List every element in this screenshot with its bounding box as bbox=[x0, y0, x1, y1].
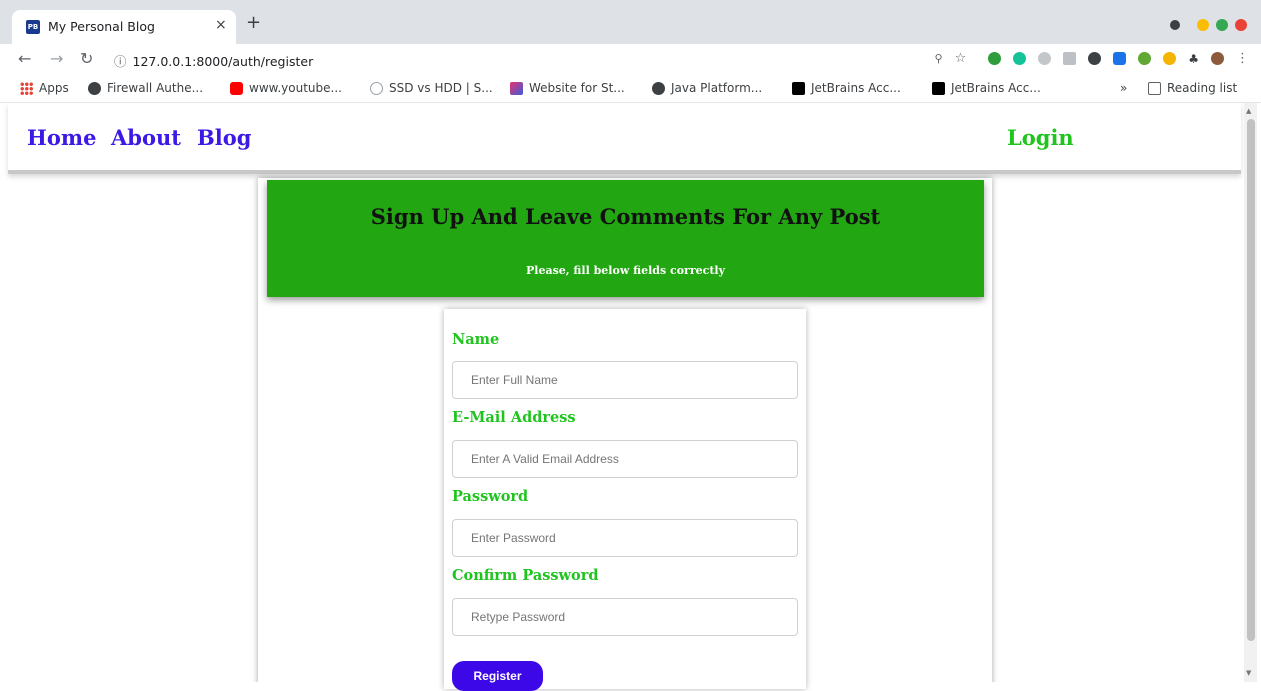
reload-icon[interactable]: ↻ bbox=[80, 49, 93, 69]
site-icon bbox=[370, 81, 383, 95]
bookmark-firewall[interactable]: Firewall Authe... bbox=[88, 81, 203, 95]
password-input[interactable] bbox=[452, 519, 798, 557]
site-navbar: Home About Blog Login bbox=[8, 103, 1241, 174]
page-scrollbar[interactable]: ▲ ▼ bbox=[1244, 103, 1257, 682]
w-logo-icon bbox=[510, 81, 523, 95]
apps-grid-icon bbox=[20, 81, 33, 95]
close-tab-icon[interactable]: × bbox=[215, 17, 227, 33]
extension-gray-icon[interactable] bbox=[1038, 52, 1052, 65]
reading-list-icon bbox=[1148, 81, 1161, 95]
bookmark-label: Website for St... bbox=[529, 81, 625, 95]
extensions-puzzle-icon[interactable]: ♣ bbox=[1188, 52, 1199, 66]
extension-yellow-icon[interactable] bbox=[1163, 52, 1177, 65]
nav-login-link[interactable]: Login bbox=[1007, 125, 1074, 150]
reading-list-button[interactable]: Reading list bbox=[1148, 81, 1237, 95]
password-label: Password bbox=[452, 488, 529, 505]
scroll-down-arrow-icon[interactable]: ▼ bbox=[1246, 669, 1251, 677]
name-label: Name bbox=[452, 331, 500, 348]
register-button[interactable]: Register bbox=[452, 661, 543, 691]
bookmark-label: SSD vs HDD | S... bbox=[389, 81, 493, 95]
extension-blue-icon[interactable] bbox=[1113, 52, 1127, 65]
extension-green-icon[interactable] bbox=[988, 52, 1002, 65]
banner-subtitle: Please, fill below fields correctly bbox=[526, 264, 725, 277]
browser-tab[interactable]: PB My Personal Blog × bbox=[12, 10, 236, 44]
nav-about-link[interactable]: About bbox=[111, 125, 181, 150]
download-icon[interactable] bbox=[1063, 52, 1077, 65]
confirm-password-input[interactable] bbox=[452, 598, 798, 636]
chevron-double-right-icon: » bbox=[1120, 81, 1128, 95]
site-info-icon[interactable]: ⓘ bbox=[114, 54, 127, 69]
reading-list-label: Reading list bbox=[1167, 81, 1238, 95]
address-bar[interactable]: ⓘ 127.0.0.1:8000/auth/register bbox=[114, 51, 313, 70]
scrollbar-thumb[interactable] bbox=[1247, 119, 1255, 641]
bookmark-label: JetBrains Acc... bbox=[811, 81, 901, 95]
blog-favicon-icon: PB bbox=[26, 20, 40, 34]
confirm-password-label: Confirm Password bbox=[452, 567, 599, 584]
nav-home-link[interactable]: Home bbox=[27, 125, 96, 150]
bookmarks-overflow[interactable]: » bbox=[1120, 81, 1127, 95]
forward-arrow-icon[interactable]: → bbox=[50, 49, 63, 69]
bookmark-label: Java Platform... bbox=[671, 81, 763, 95]
bookmark-label: www.youtube... bbox=[249, 81, 342, 95]
banner-title: Sign Up And Leave Comments For Any Post bbox=[370, 204, 881, 229]
jetbrains-icon bbox=[792, 81, 805, 95]
extension-icons: ⚲ ☆ ♣ ⋮ bbox=[935, 51, 1249, 66]
bookmark-apps[interactable]: Apps bbox=[20, 81, 69, 95]
email-input[interactable] bbox=[452, 440, 798, 478]
extension-gear-icon[interactable] bbox=[1138, 52, 1152, 65]
extension-dark-icon[interactable] bbox=[1088, 52, 1102, 65]
register-form: Name E-Mail Address Password Confirm Pas… bbox=[444, 309, 806, 691]
signup-banner: Sign Up And Leave Comments For Any Post … bbox=[267, 180, 984, 297]
maximize-window-icon[interactable] bbox=[1216, 19, 1228, 31]
bookmark-ssd-hdd[interactable]: SSD vs HDD | S... bbox=[370, 81, 493, 95]
jetbrains-icon bbox=[932, 81, 945, 95]
close-window-icon[interactable] bbox=[1235, 19, 1247, 31]
bookmarks-bar: Apps Firewall Authe... www.youtube... SS… bbox=[0, 76, 1261, 103]
password-key-icon[interactable]: ⚲ bbox=[935, 52, 943, 65]
chrome-menu-icon[interactable] bbox=[1170, 20, 1180, 30]
bookmark-jetbrains-2[interactable]: JetBrains Acc... bbox=[932, 81, 1041, 95]
nav-blog-link[interactable]: Blog bbox=[197, 125, 251, 150]
globe-icon bbox=[88, 81, 101, 95]
browser-tab-bar: PB My Personal Blog × + bbox=[0, 0, 1261, 44]
browser-toolbar: ← → ↻ ⓘ 127.0.0.1:8000/auth/register ⚲ ☆ … bbox=[0, 44, 1261, 76]
new-tab-icon[interactable]: + bbox=[246, 14, 261, 32]
bookmark-star-icon[interactable]: ☆ bbox=[955, 51, 967, 66]
name-input[interactable] bbox=[452, 361, 798, 399]
bookmark-youtube[interactable]: www.youtube... bbox=[230, 81, 342, 95]
bookmark-label: Firewall Authe... bbox=[107, 81, 204, 95]
bookmark-jetbrains-1[interactable]: JetBrains Acc... bbox=[792, 81, 901, 95]
bookmark-website-for-st[interactable]: Website for St... bbox=[510, 81, 625, 95]
more-menu-icon[interactable]: ⋮ bbox=[1236, 51, 1249, 66]
grammarly-icon[interactable] bbox=[1013, 52, 1027, 65]
globe-icon bbox=[652, 81, 665, 95]
minimize-window-icon[interactable] bbox=[1197, 19, 1209, 31]
back-arrow-icon[interactable]: ← bbox=[18, 49, 31, 69]
bookmark-java-platform[interactable]: Java Platform... bbox=[652, 81, 762, 95]
email-label: E-Mail Address bbox=[452, 409, 576, 426]
window-controls bbox=[1170, 19, 1247, 31]
scroll-up-arrow-icon[interactable]: ▲ bbox=[1246, 107, 1251, 115]
bookmark-label: JetBrains Acc... bbox=[951, 81, 1041, 95]
tab-title: My Personal Blog bbox=[48, 19, 155, 34]
youtube-icon bbox=[230, 81, 243, 95]
bookmark-label: Apps bbox=[39, 81, 69, 95]
profile-avatar-icon[interactable] bbox=[1211, 52, 1224, 65]
url-text: 127.0.0.1:8000/auth/register bbox=[132, 54, 314, 69]
